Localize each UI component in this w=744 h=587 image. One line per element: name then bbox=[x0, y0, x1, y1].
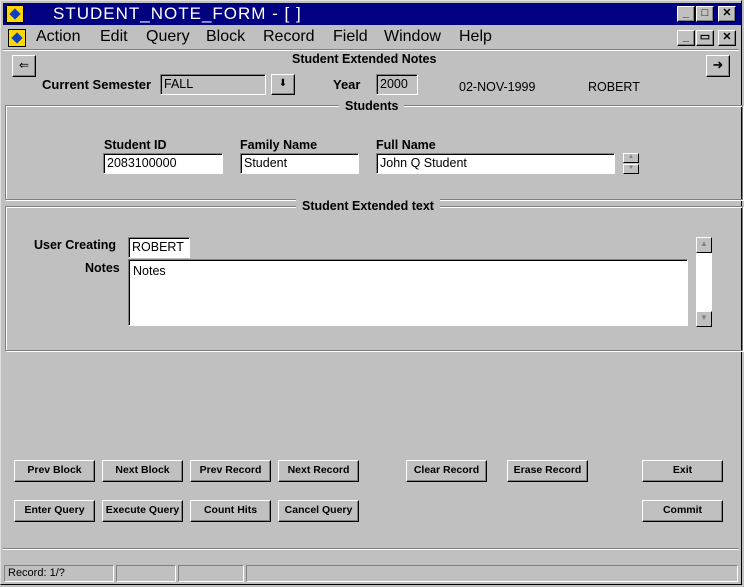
forward-arrow-icon: ➜ bbox=[712, 57, 724, 72]
count-hits-button[interactable]: Count Hits bbox=[190, 500, 271, 522]
title-bar[interactable]: STUDENT_NOTE_FORM - [ ] _ □ ✕ bbox=[3, 3, 741, 25]
next-record-button[interactable]: Next Record bbox=[278, 460, 359, 482]
back-arrow-icon: ⇐ bbox=[18, 58, 30, 72]
current-date: 02-NOV-1999 bbox=[459, 80, 536, 94]
menu-divider bbox=[3, 49, 739, 51]
forward-arrow-button[interactable]: ➜ bbox=[706, 55, 730, 77]
execute-query-button[interactable]: Execute Query bbox=[102, 500, 183, 522]
minimize-button[interactable]: _ bbox=[677, 6, 695, 22]
menu-help[interactable]: Help bbox=[459, 28, 492, 46]
prev-record-button[interactable]: Prev Record bbox=[190, 460, 271, 482]
status-panel-4 bbox=[246, 565, 738, 582]
close-button[interactable]: ✕ bbox=[718, 6, 736, 22]
scroll-up-icon[interactable]: ▲ bbox=[696, 237, 712, 253]
family-name-label: Family Name bbox=[240, 138, 318, 152]
app-icon[interactable] bbox=[6, 5, 24, 23]
clear-record-button[interactable]: Clear Record bbox=[406, 460, 487, 482]
full-name-label: Full Name bbox=[376, 138, 436, 152]
menu-record[interactable]: Record bbox=[263, 28, 315, 46]
doc-restore-button[interactable]: ▭ bbox=[696, 30, 714, 46]
back-arrow-button[interactable]: ⇐ bbox=[12, 55, 36, 77]
current-user: ROBERT bbox=[588, 80, 640, 94]
scroll-down-icon[interactable]: ▼ bbox=[696, 311, 712, 327]
document-icon[interactable] bbox=[8, 29, 26, 47]
menu-field[interactable]: Field bbox=[333, 28, 368, 46]
dropdown-arrow-icon: ⬇ bbox=[278, 78, 288, 89]
menu-query[interactable]: Query bbox=[146, 28, 190, 46]
family-name-field[interactable]: Student bbox=[240, 153, 359, 174]
menu-action[interactable]: Action bbox=[36, 28, 80, 46]
cancel-query-button[interactable]: Cancel Query bbox=[278, 500, 359, 522]
current-semester-field[interactable]: FALL bbox=[160, 74, 266, 95]
window-title: STUDENT_NOTE_FORM - [ ] bbox=[53, 4, 302, 23]
year-field[interactable]: 2000 bbox=[376, 74, 418, 95]
user-creating-field[interactable]: ROBERT bbox=[128, 237, 190, 258]
menu-window[interactable]: Window bbox=[384, 28, 441, 46]
notes-scrollbar[interactable]: ▲ ▼ bbox=[696, 237, 712, 327]
scroll-down-icon[interactable]: ▼ bbox=[623, 164, 639, 174]
full-name-field[interactable]: John Q Student bbox=[376, 153, 615, 174]
doc-minimize-button[interactable]: _ bbox=[677, 30, 695, 46]
semester-dropdown-button[interactable]: ⬇ bbox=[271, 74, 295, 95]
maximize-button[interactable]: □ bbox=[696, 6, 714, 22]
enter-query-button[interactable]: Enter Query bbox=[14, 500, 95, 522]
notes-textarea[interactable]: Notes bbox=[128, 259, 688, 326]
status-divider bbox=[3, 548, 739, 550]
record-status: Record: 1/? bbox=[4, 565, 114, 582]
form-title: Student Extended Notes bbox=[292, 52, 437, 66]
student-id-label: Student ID bbox=[104, 138, 167, 152]
current-semester-label: Current Semester bbox=[42, 77, 152, 92]
record-scroll[interactable]: ▲ ▼ bbox=[623, 153, 639, 174]
extended-text-block-title: Student Extended text bbox=[296, 199, 440, 213]
commit-button[interactable]: Commit bbox=[642, 500, 723, 522]
next-block-button[interactable]: Next Block bbox=[102, 460, 183, 482]
prev-block-button[interactable]: Prev Block bbox=[14, 460, 95, 482]
status-panel-2 bbox=[116, 565, 176, 582]
doc-close-button[interactable]: ✕ bbox=[718, 30, 736, 46]
menu-bar: Action Edit Query Block Record Field Win… bbox=[3, 26, 741, 48]
student-id-field[interactable]: 2083100000 bbox=[103, 153, 223, 174]
user-creating-label: User Creating bbox=[34, 238, 116, 252]
year-label: Year bbox=[333, 77, 361, 92]
scroll-up-icon[interactable]: ▲ bbox=[623, 153, 639, 163]
notes-label: Notes bbox=[85, 261, 120, 275]
exit-button[interactable]: Exit bbox=[642, 460, 723, 482]
menu-block[interactable]: Block bbox=[206, 28, 245, 46]
erase-record-button[interactable]: Erase Record bbox=[507, 460, 588, 482]
students-block-title: Students bbox=[339, 99, 405, 113]
menu-edit[interactable]: Edit bbox=[100, 28, 128, 46]
status-panel-3 bbox=[178, 565, 244, 582]
